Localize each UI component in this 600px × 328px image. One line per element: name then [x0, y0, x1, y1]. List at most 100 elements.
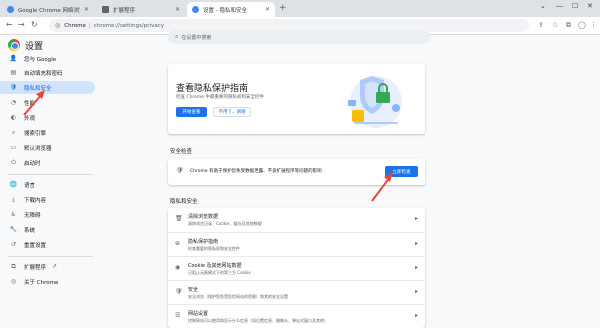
chrome-logo-icon	[8, 39, 20, 51]
new-tab-button[interactable]: +	[279, 3, 287, 13]
forward-icon[interactable]: →	[18, 20, 25, 29]
sidebar-item-label: 启动时	[24, 160, 41, 167]
settings-search-input[interactable]: ⌕ 在设置中搜索	[168, 30, 430, 44]
power-icon: ⏻	[11, 158, 16, 166]
trash-icon: 🗑	[175, 215, 183, 222]
sidebar-item-autofill[interactable]: ▤ 自动填充和密码	[0, 66, 95, 79]
sidebar-item-about-chrome[interactable]: ◎ 关于 Chrome	[0, 275, 95, 288]
chrome-icon: ◎	[10, 278, 17, 285]
search-icon: ⌕	[175, 33, 179, 40]
tab-settings-privacy[interactable]: 设置 - 隐私和安全 ✕	[187, 2, 275, 17]
share-icon[interactable]: ⇪	[538, 21, 544, 29]
list-item-privacy-guide[interactable]: ⊕ 隐私保护指南 检查重要的隐私权和安全控件 ▸	[168, 232, 425, 256]
sidebar-item-default-browser[interactable]: ▭ 默认浏览器	[0, 141, 95, 154]
chevron-right-icon: ▸	[414, 288, 418, 295]
puzzle-icon: ⧉	[11, 262, 16, 270]
privacy-guide-card: 查看隐私保护指南 检查 Chrome 中最重要的隐私权和安全控件 开始查看 不用…	[168, 64, 425, 134]
shield-icon: 🛡	[9, 84, 18, 91]
sidebar-item-label: 无障碍	[24, 212, 41, 219]
tab-title: 扩展程序	[113, 7, 136, 14]
sidebar-item-label: 重置设置	[24, 242, 47, 249]
globe-icon: 🌐	[9, 181, 18, 188]
search-placeholder: 在设置中搜索	[181, 34, 212, 41]
sidebar-item-on-startup[interactable]: ⏻ 启动时	[0, 156, 95, 169]
sidebar-item-downloads[interactable]: ⤓ 下载内容	[0, 193, 95, 206]
row-subtitle: 检查重要的隐私权和安全控件	[188, 246, 240, 251]
chrome-site-icon: ◎	[55, 22, 61, 29]
sidebar-divider	[8, 256, 93, 257]
privacy-settings-list: 🗑 清除浏览数据 清除浏览记录、Cookie、缓存及其他数据 ▸ ⊕ 隐私保护指…	[168, 208, 425, 328]
tab-search-icon[interactable]: ⌄	[540, 2, 546, 10]
row-subtitle: 安全浏览（保护您免受危险网站的侵害）和其他安全设置	[188, 294, 288, 299]
reload-icon[interactable]: ↻	[31, 20, 38, 29]
list-item-security[interactable]: 🛡 安全 安全浏览（保护您免受危险网站的侵害）和其他安全设置 ▸	[168, 280, 425, 304]
close-tab-icon[interactable]: ✕	[84, 6, 89, 13]
sliders-icon: ☰	[175, 312, 181, 319]
close-tab-icon[interactable]: ✕	[175, 6, 180, 13]
gear-favicon-icon	[192, 6, 199, 13]
chrome-favicon-icon	[7, 6, 14, 13]
tab-title: Google Chrome 网络浏览器	[18, 7, 80, 14]
sidebar-item-you-and-google[interactable]: 👤 您与 Google	[0, 52, 95, 65]
search-icon: ⌕	[11, 128, 16, 136]
safety-check-description: Chrome 有助于保护您免受数据泄露、不良扩展程序等问题的影响	[190, 169, 322, 174]
accessibility-icon: ♿	[10, 211, 17, 218]
list-item-site-settings[interactable]: ☰ 网站设置 控制网站可以使用和显示什么信息（如位置信息、摄像头、弹出式窗口及其…	[168, 304, 425, 328]
back-icon[interactable]: ←	[6, 20, 13, 29]
sidebar-item-reset[interactable]: ↺ 重置设置	[0, 238, 95, 251]
row-subtitle: 清除浏览记录、Cookie、缓存及其他数据	[188, 221, 262, 226]
close-window-icon[interactable]: ✕	[587, 2, 593, 10]
privacy-guide-illustration	[348, 76, 402, 128]
reset-icon: ↺	[10, 241, 17, 248]
sidebar-item-search-engine[interactable]: ⌕ 搜索引擎	[0, 126, 95, 139]
settings-title: 设置	[25, 42, 44, 52]
start-review-button[interactable]: 开始查看	[176, 107, 207, 117]
extensions-icon[interactable]: ⧉	[566, 21, 571, 30]
tab-title: 设置 - 隐私和安全	[203, 7, 247, 14]
minimize-icon[interactable]: —	[556, 2, 563, 10]
sidebar-item-accessibility[interactable]: ♿ 无障碍	[0, 208, 95, 221]
person-icon: 👤	[9, 55, 18, 62]
sidebar-item-label: 语言	[24, 182, 36, 189]
row-title: 安全	[188, 287, 199, 293]
url-text: chrome://settings/privacy	[93, 22, 164, 29]
sidebar-item-system[interactable]: 🔧 系统	[0, 223, 95, 236]
bookmark-star-icon[interactable]: ☆	[552, 21, 558, 29]
row-subtitle: 已阻止无痕模式下的第三方 Cookie	[188, 270, 251, 275]
list-item-clear-browsing-data[interactable]: 🗑 清除浏览数据 清除浏览记录、Cookie、缓存及其他数据 ▸	[168, 208, 425, 232]
privacy-security-heading: 隐私和安全	[170, 199, 198, 205]
security-icon: 🛡	[175, 288, 183, 295]
shield-icon: 🛡	[176, 167, 184, 174]
tab-extensions[interactable]: 扩展程序 ✕	[97, 2, 185, 17]
row-title: Cookie 及其他网站数据	[188, 263, 242, 269]
dismiss-guide-button[interactable]: 不用了，谢谢	[213, 107, 251, 117]
speed-icon: ◔	[10, 99, 17, 106]
menu-icon[interactable]: ⋮	[590, 21, 597, 29]
external-link-icon: ↗	[52, 263, 58, 270]
close-tab-icon[interactable]: ✕	[265, 6, 270, 13]
settings-sidebar: 设置 👤 您与 Google ▤ 自动填充和密码 🛡 隐私和安全 ◔ 性能 ◐ 外观 ⌕ 搜…	[0, 35, 100, 323]
sidebar-item-label: 下载内容	[24, 197, 47, 204]
sidebar-item-label: 关于 Chrome	[24, 279, 59, 286]
browser-icon: ▭	[10, 144, 17, 151]
wrench-icon: 🔧	[9, 226, 18, 233]
sidebar-item-label: 自动填充和密码	[24, 70, 63, 77]
tab-chrome-browser[interactable]: Google Chrome 网络浏览器 ✕	[2, 2, 94, 17]
profile-icon[interactable]: ◯	[578, 21, 586, 29]
tab-strip: Google Chrome 网络浏览器 ✕ 扩展程序 ✕ 设置 - 隐私和安全 …	[0, 0, 600, 17]
sidebar-item-label: 系统	[24, 227, 36, 234]
sidebar-item-extensions[interactable]: ⧉ 扩展程序 ↗	[0, 260, 95, 273]
list-item-cookies[interactable]: ◉ Cookie 及其他网站数据 已阻止无痕模式下的第三方 Cookie ▸	[168, 256, 425, 280]
row-title: 隐私保护指南	[188, 239, 219, 245]
maximize-icon[interactable]: ☐	[572, 2, 578, 10]
sidebar-item-languages[interactable]: 🌐 语言	[0, 178, 95, 191]
guide-icon: ⊕	[175, 240, 181, 247]
chevron-right-icon: ▸	[414, 264, 418, 271]
privacy-guide-title: 查看隐私保护指南	[176, 84, 249, 94]
chevron-right-icon: ▸	[414, 240, 418, 247]
sidebar-item-label: 默认浏览器	[24, 145, 52, 152]
download-icon: ⤓	[12, 195, 15, 203]
privacy-guide-description: 检查 Chrome 中最重要的隐私权和安全控件	[176, 95, 265, 100]
safety-check-heading: 安全检查	[170, 149, 193, 155]
row-title: 网站设置	[188, 311, 209, 317]
